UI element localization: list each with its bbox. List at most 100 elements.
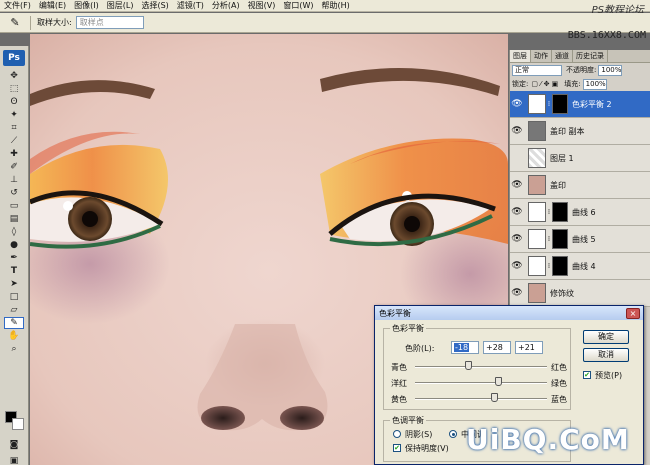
menu-help[interactable]: 帮助(H) [318, 0, 354, 12]
eye-icon[interactable]: 👁 [510, 286, 524, 300]
gradient-tool-icon[interactable]: ▤ [4, 213, 24, 225]
sample-size-label: 取样大小: [37, 18, 72, 27]
magenta-green-track[interactable] [415, 382, 547, 384]
background-color-swatch[interactable] [12, 418, 24, 430]
layer-mask-thumbnail[interactable] [552, 94, 568, 114]
pen-tool-icon[interactable]: ✒ [4, 252, 24, 264]
eyedropper-tool-icon[interactable]: ✎ [4, 317, 24, 329]
brush-tool-icon[interactable]: ✐ [4, 161, 24, 173]
eye-icon[interactable]: 👁 [510, 97, 524, 111]
menu-image[interactable]: 图像(I) [70, 0, 103, 12]
shadows-label: 阴影(S) [405, 430, 433, 439]
blend-mode-select[interactable]: 正常 [512, 64, 562, 76]
eye-icon [510, 151, 524, 165]
eye-icon[interactable]: 👁 [510, 205, 524, 219]
lasso-tool-icon[interactable]: ʘ [4, 96, 24, 108]
lock-label: 锁定: [512, 80, 529, 88]
menu-filter[interactable]: 滤镜(T) [173, 0, 208, 12]
toolbox: Ps ✥ ⬚ ʘ ✦ ⌗ ⟋ ✚ ✐ ⊥ ↺ ▭ ▤ ◊ ● ✒ T ➤ □ ▱… [0, 46, 29, 465]
layer-row[interactable]: 图层 1 [510, 145, 650, 172]
preview-label: 预览(P) [595, 371, 623, 380]
menu-edit[interactable]: 编辑(E) [35, 0, 70, 12]
eyedropper-icon[interactable]: ✎ [6, 15, 24, 31]
layer-row[interactable]: 👁 ⁞ 曲线 6 [510, 199, 650, 226]
opacity-label: 不透明度: [566, 66, 597, 74]
menu-window[interactable]: 窗口(W) [279, 0, 317, 12]
healing-tool-icon[interactable]: ✚ [4, 148, 24, 160]
eye-icon[interactable]: 👁 [510, 232, 524, 246]
cyan-red-track[interactable] [415, 366, 547, 368]
divider [30, 15, 31, 30]
curves-thumbnail [528, 229, 546, 249]
menu-view[interactable]: 视图(V) [244, 0, 280, 12]
magic-wand-icon[interactable]: ✦ [4, 109, 24, 121]
cancel-button[interactable]: 取消 [583, 348, 629, 362]
hand-tool-icon[interactable]: ✋ [4, 330, 24, 342]
menu-select[interactable]: 选择(S) [137, 0, 172, 12]
quick-mask-icon[interactable]: ◙ [4, 439, 24, 451]
tab-actions[interactable]: 动作 [531, 50, 552, 62]
layer-row[interactable]: 👁 盖印 [510, 172, 650, 199]
lock-icons[interactable]: ▢ ⁄ ✥ ▣ [531, 80, 558, 88]
type-tool-icon[interactable]: T [4, 265, 24, 277]
cyan-label: 青色 [391, 363, 407, 372]
level-yellow-blue-input[interactable]: +21 [515, 341, 543, 354]
tab-channels[interactable]: 通道 [552, 50, 573, 62]
screen-mode-icon[interactable]: ▣ [4, 455, 24, 465]
history-brush-icon[interactable]: ↺ [4, 187, 24, 199]
layer-row[interactable]: 👁 ⁞ 曲线 5 [510, 226, 650, 253]
dodge-tool-icon[interactable]: ● [4, 239, 24, 251]
layer-name: 盖印 副本 [550, 126, 585, 136]
layer-name: 曲线 6 [572, 207, 596, 217]
slice-tool-icon[interactable]: ⟋ [4, 135, 24, 147]
opacity-input[interactable]: 100% [598, 64, 623, 76]
fill-input[interactable]: 100% [582, 78, 607, 90]
tab-history[interactable]: 历史记录 [573, 50, 608, 62]
blue-label: 蓝色 [551, 395, 567, 404]
yellow-blue-track[interactable] [415, 398, 547, 400]
sample-size-select[interactable]: 取样点 [75, 16, 144, 29]
crop-tool-icon[interactable]: ⌗ [4, 122, 24, 134]
eraser-tool-icon[interactable]: ▭ [4, 200, 24, 212]
magenta-label: 洋红 [391, 379, 407, 388]
layer-row[interactable]: 👁 ⁞ 曲线 4 [510, 253, 650, 280]
cyan-red-slider-thumb[interactable] [465, 361, 473, 370]
zoom-tool-icon[interactable]: ⌕ [4, 343, 24, 355]
marquee-tool-icon[interactable]: ⬚ [4, 83, 24, 95]
layer-mask-thumbnail[interactable] [552, 229, 568, 249]
menu-analysis[interactable]: 分析(A) [208, 0, 244, 12]
menu-layer[interactable]: 图层(L) [103, 0, 138, 12]
layer-row[interactable]: 👁 修饰纹 [510, 280, 650, 307]
level-magenta-green-input[interactable]: +28 [483, 341, 511, 354]
preview-checkbox[interactable]: ✔ [583, 371, 591, 379]
blend-row: 正常 不透明度: 100% [510, 63, 650, 77]
group-label: 色调平衡 [390, 415, 426, 426]
layer-mask-thumbnail[interactable] [552, 256, 568, 276]
eye-icon[interactable]: 👁 [510, 178, 524, 192]
tab-layers[interactable]: 图层 [510, 50, 531, 62]
blur-tool-icon[interactable]: ◊ [4, 226, 24, 238]
eye-icon[interactable]: 👁 [510, 124, 524, 138]
level-cyan-red-input[interactable]: -18 [451, 341, 479, 354]
layer-row[interactable]: 👁 ⁞ 色彩平衡 2 [510, 91, 650, 118]
layer-mask-thumbnail[interactable] [552, 202, 568, 222]
menu-bar: 文件(F) 编辑(E) 图像(I) 图层(L) 选择(S) 滤镜(T) 分析(A… [0, 0, 650, 16]
menu-file[interactable]: 文件(F) [0, 0, 35, 12]
magenta-green-slider-thumb[interactable] [495, 377, 503, 386]
eye-icon[interactable]: 👁 [510, 259, 524, 273]
stamp-tool-icon[interactable]: ⊥ [4, 174, 24, 186]
move-tool-icon[interactable]: ✥ [4, 70, 24, 82]
layer-row[interactable]: 👁 盖印 副本 [510, 118, 650, 145]
preserve-luminosity-checkbox[interactable]: ✔ [393, 444, 401, 452]
notes-tool-icon[interactable]: ▱ [4, 304, 24, 316]
ok-button[interactable]: 确定 [583, 330, 629, 344]
shape-tool-icon[interactable]: □ [4, 291, 24, 303]
photoshop-window: 文件(F) 编辑(E) 图像(I) 图层(L) 选择(S) 滤镜(T) 分析(A… [0, 0, 650, 465]
close-icon[interactable]: × [626, 308, 640, 319]
shadows-radio[interactable] [393, 430, 401, 438]
path-select-icon[interactable]: ➤ [4, 278, 24, 290]
yellow-blue-slider-thumb[interactable] [490, 393, 498, 402]
ps-logo: Ps [3, 50, 25, 66]
layer-name: 曲线 5 [572, 234, 596, 244]
midtones-radio[interactable] [449, 430, 457, 438]
